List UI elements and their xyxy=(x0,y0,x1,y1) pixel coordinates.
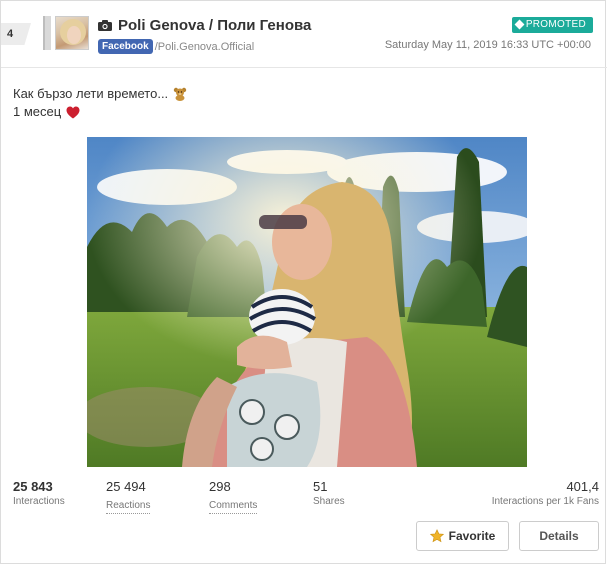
stat-reactions[interactable]: 25 494 Reactions xyxy=(106,479,151,514)
stat-comments[interactable]: 298 Comments xyxy=(209,479,258,514)
meta-row: Facebook /Poli.Genova.Official xyxy=(98,39,254,54)
reactions-value: 25 494 xyxy=(106,479,146,494)
shares-label: Shares xyxy=(313,496,345,507)
star-icon xyxy=(429,529,444,543)
post-text: Как бързо лети времето... 1 месец xyxy=(13,85,187,121)
stat-interactions: 25 843 Interactions xyxy=(13,479,65,509)
post-text-line-1: Как бързо лети времето... xyxy=(13,86,169,101)
shares-value: 51 xyxy=(313,479,328,494)
stat-per-fans: 401,4 Interactions per 1k Fans xyxy=(492,479,599,509)
comments-value: 298 xyxy=(209,479,231,494)
promoted-badge: PROMOTED xyxy=(511,17,593,33)
rank-bar xyxy=(43,16,51,50)
post-photo[interactable] xyxy=(87,137,527,467)
post-card: 4 Poli Genova / Поли Генова Facebook /Po… xyxy=(0,0,607,564)
heart-icon xyxy=(66,106,80,118)
per-fans-value: 401,4 xyxy=(566,479,599,494)
interactions-value: 25 843 xyxy=(13,479,53,494)
platform-badge: Facebook xyxy=(98,39,153,54)
details-label: Details xyxy=(539,529,579,543)
stat-shares: 51 Shares xyxy=(313,479,345,509)
camera-icon xyxy=(98,20,112,31)
rank-badge: 4 xyxy=(1,23,31,45)
post-text-line-2: 1 месец xyxy=(13,104,62,119)
per-fans-label: Interactions per 1k Fans xyxy=(491,496,599,507)
avatar[interactable] xyxy=(55,16,89,50)
page-handle[interactable]: /Poli.Genova.Official xyxy=(155,41,254,53)
teddy-bear-icon xyxy=(173,87,187,101)
comments-label: Comments xyxy=(209,499,258,514)
favorite-label: Favorite xyxy=(448,529,496,543)
interactions-label: Interactions xyxy=(13,496,65,507)
divider xyxy=(1,67,607,68)
details-button[interactable]: Details xyxy=(519,521,599,551)
page-header: Poli Genova / Поли Генова xyxy=(98,17,311,34)
favorite-button[interactable]: Favorite xyxy=(416,521,509,551)
post-timestamp[interactable]: Saturday May 11, 2019 16:33 UTC +00:00 xyxy=(385,39,591,51)
page-name[interactable]: Poli Genova / Поли Генова xyxy=(118,17,311,34)
reactions-label: Reactions xyxy=(106,499,151,514)
stats-row: 25 843 Interactions 25 494 Reactions 298… xyxy=(13,479,599,514)
